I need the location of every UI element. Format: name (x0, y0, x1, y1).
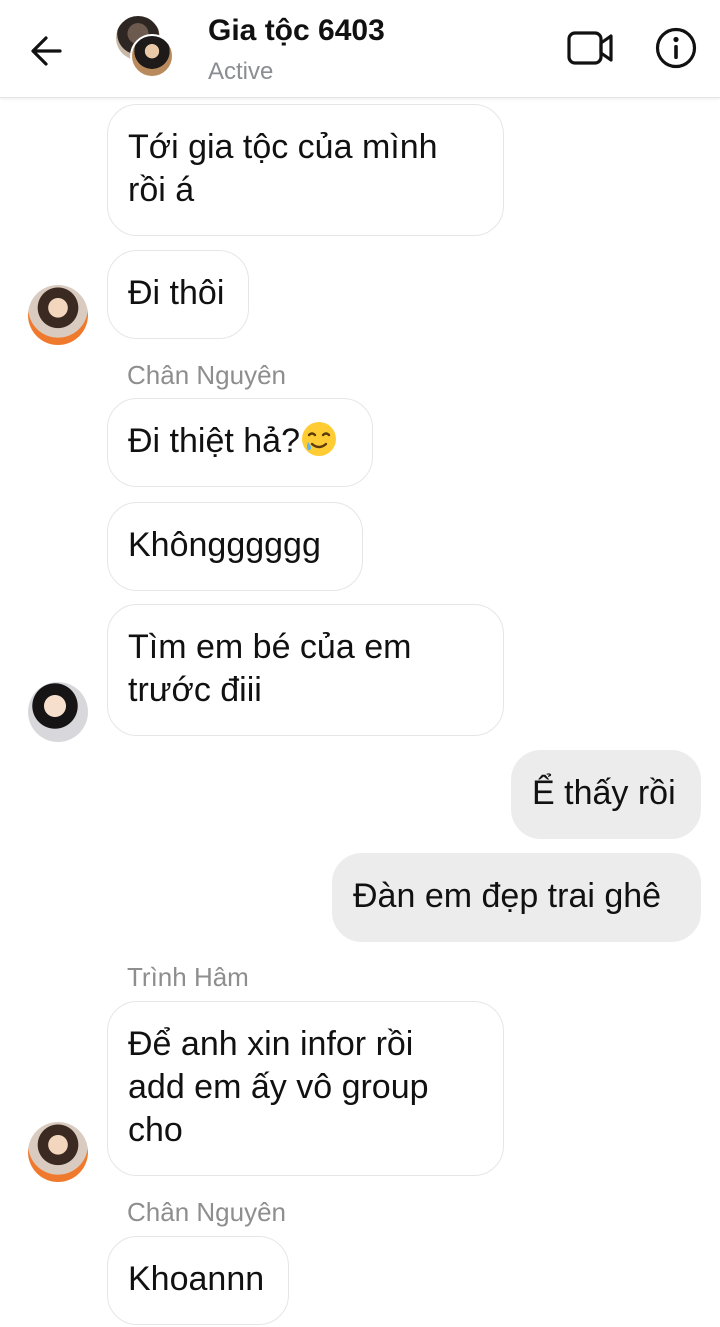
message-text: Khoannn (128, 1260, 265, 1298)
message-text: Tới gia tộc của mình rồi á (128, 128, 438, 209)
message-text: Đàn em đẹp trai ghê (353, 877, 662, 915)
group-avatar[interactable] (116, 16, 178, 78)
message-text: Tìm em bé của em trước điii (128, 628, 412, 709)
message-bubble-outgoing[interactable]: Đàn em đẹp trai ghê (332, 853, 701, 942)
message-bubble-outgoing[interactable]: Ể thấy rồi (511, 750, 701, 839)
sender-avatar[interactable] (28, 682, 88, 742)
message-text: Để anh xin infor rồi add em ấy vô group … (128, 1025, 429, 1149)
message-text: Đi thôi (128, 274, 225, 312)
info-icon (655, 27, 697, 69)
back-button[interactable] (24, 28, 70, 74)
chat-header: Gia tộc 6403 Active (0, 0, 720, 98)
message-text: Đi thiệt hả? (128, 422, 300, 460)
sender-name: Trình Hâm (127, 962, 249, 992)
message-text: Khôngggggg (128, 526, 321, 564)
group-member-avatar (130, 34, 174, 78)
chat-title[interactable]: Gia tộc 6403 (208, 14, 385, 48)
message-bubble[interactable]: Đi thiệt hả? (107, 398, 373, 487)
smiling-face-with-tear-emoji (302, 422, 336, 456)
sender-name: Chân Nguyên (127, 360, 286, 390)
sender-avatar[interactable] (28, 1122, 88, 1182)
message-bubble[interactable]: Đi thôi (107, 250, 249, 339)
video-call-icon (567, 31, 613, 65)
sender-avatar[interactable] (28, 285, 88, 345)
message-bubble[interactable]: Tới gia tộc của mình rồi á (107, 104, 504, 236)
message-bubble[interactable]: Khôngggggg (107, 502, 363, 591)
message-bubble[interactable]: Để anh xin infor rồi add em ấy vô group … (107, 1001, 504, 1176)
sender-name: Chân Nguyên (127, 1197, 286, 1227)
active-status: Active (208, 58, 274, 85)
back-arrow-icon (31, 36, 62, 66)
message-text: Ể thấy rồi (532, 774, 676, 812)
message-bubble[interactable]: Tìm em bé của em trước điii (107, 604, 504, 736)
message-bubble[interactable]: Khoannn (107, 1236, 289, 1325)
video-call-button[interactable] (566, 28, 616, 68)
info-button[interactable] (654, 26, 698, 70)
